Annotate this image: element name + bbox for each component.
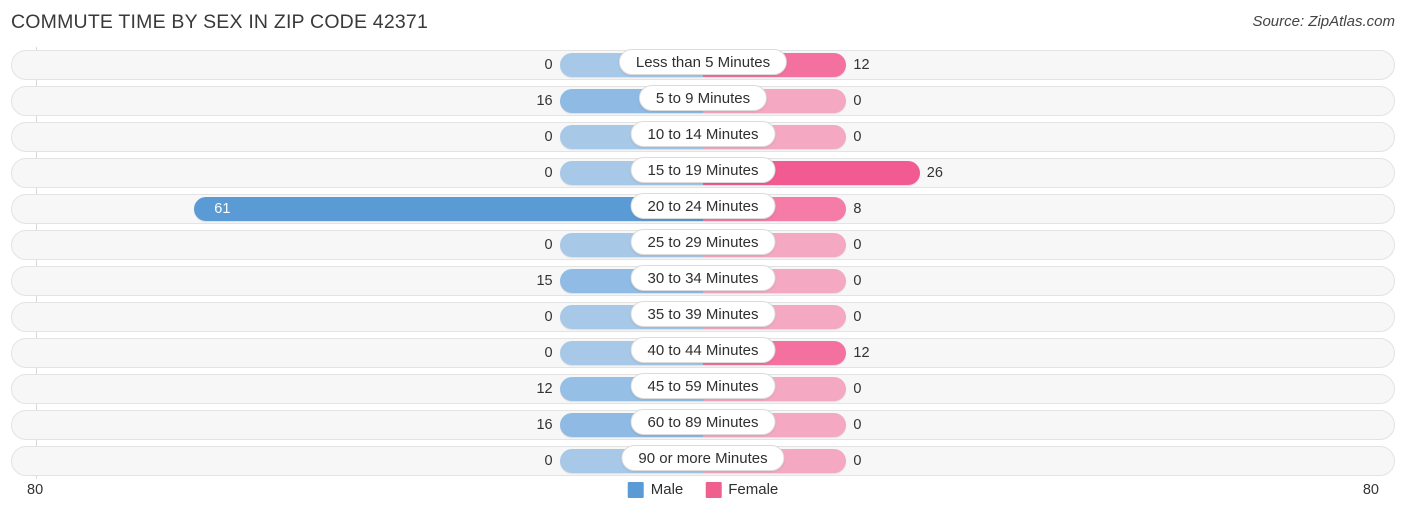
male-value-label: 0 bbox=[544, 165, 553, 181]
legend-swatch-male-icon bbox=[627, 481, 644, 498]
male-bar[interactable] bbox=[194, 197, 703, 221]
male-half: 15 bbox=[36, 269, 703, 293]
male-half: 0 bbox=[36, 449, 703, 473]
bar-row: 15 0 30 to 34 Minutes bbox=[11, 263, 1395, 299]
female-half: 0 bbox=[703, 413, 1370, 437]
bar-row: 0 0 90 or more Minutes bbox=[11, 443, 1395, 479]
female-half: 0 bbox=[703, 305, 1370, 329]
female-half: 26 bbox=[703, 161, 1370, 185]
male-half: 0 bbox=[36, 233, 703, 257]
category-label-pill[interactable]: 90 or more Minutes bbox=[621, 445, 785, 471]
male-half: 0 bbox=[36, 161, 703, 185]
female-value-label: 26 bbox=[926, 165, 943, 181]
male-half: 12 bbox=[36, 377, 703, 401]
female-value-label: 0 bbox=[853, 417, 862, 433]
female-half: 12 bbox=[703, 53, 1370, 77]
legend-swatch-female-icon bbox=[705, 481, 722, 498]
female-half: 8 bbox=[703, 197, 1370, 221]
bar-row: 0 0 10 to 14 Minutes bbox=[11, 119, 1395, 155]
male-half: 16 bbox=[36, 89, 703, 113]
chart-header: COMMUTE TIME BY SEX IN ZIP CODE 42371 So… bbox=[0, 0, 1406, 47]
female-value-label: 12 bbox=[853, 345, 870, 361]
female-value-label: 0 bbox=[853, 237, 862, 253]
bar-row: 0 0 35 to 39 Minutes bbox=[11, 299, 1395, 335]
bar-row: 0 12 40 to 44 Minutes bbox=[11, 335, 1395, 371]
axis-label-right: 80 bbox=[1362, 482, 1379, 498]
male-value-label: 12 bbox=[536, 381, 553, 397]
male-half: 0 bbox=[36, 125, 703, 149]
male-value-label: 0 bbox=[544, 309, 553, 325]
female-half: 0 bbox=[703, 89, 1370, 113]
female-value-label: 12 bbox=[853, 57, 870, 73]
category-label-pill[interactable]: 25 to 29 Minutes bbox=[630, 229, 776, 255]
male-half: 0 bbox=[36, 305, 703, 329]
page-title: COMMUTE TIME BY SEX IN ZIP CODE 42371 bbox=[11, 11, 429, 33]
legend-label-female: Female bbox=[728, 481, 779, 498]
bar-rows-container: 0 12 Less than 5 Minutes 16 0 5 to 9 Minutes 0… bbox=[11, 47, 1395, 479]
chart-footer: 80 80 Male Female bbox=[11, 479, 1395, 521]
female-value-label: 0 bbox=[853, 381, 862, 397]
male-value-label: 15 bbox=[536, 273, 553, 289]
chart-plot-area: 0 12 Less than 5 Minutes 16 0 5 to 9 Minutes 0… bbox=[11, 47, 1395, 479]
male-value-label: 0 bbox=[544, 237, 553, 253]
category-label-pill[interactable]: 30 to 34 Minutes bbox=[630, 265, 776, 291]
legend-item-male[interactable]: Male bbox=[627, 481, 684, 498]
male-half: 0 bbox=[36, 53, 703, 77]
male-half: 16 bbox=[36, 413, 703, 437]
category-label-pill[interactable]: 10 to 14 Minutes bbox=[630, 121, 776, 147]
legend-label-male: Male bbox=[650, 481, 684, 498]
bar-row: 61 8 20 to 24 Minutes bbox=[11, 191, 1395, 227]
male-value-label: 0 bbox=[544, 345, 553, 361]
female-value-label: 0 bbox=[853, 309, 862, 325]
bar-row: 0 26 15 to 19 Minutes bbox=[11, 155, 1395, 191]
source-attribution: Source: ZipAtlas.com bbox=[1252, 13, 1395, 30]
bar-row: 16 0 60 to 89 Minutes bbox=[11, 407, 1395, 443]
male-value-label: 61 bbox=[214, 201, 231, 217]
bar-row: 12 0 45 to 59 Minutes bbox=[11, 371, 1395, 407]
category-label-pill[interactable]: 5 to 9 Minutes bbox=[638, 85, 768, 111]
category-label-pill[interactable]: 45 to 59 Minutes bbox=[630, 373, 776, 399]
category-label-pill[interactable]: 20 to 24 Minutes bbox=[630, 193, 776, 219]
male-value-label: 0 bbox=[544, 453, 553, 469]
bar-row: 16 0 5 to 9 Minutes bbox=[11, 83, 1395, 119]
male-value-label: 16 bbox=[536, 93, 553, 109]
female-value-label: 0 bbox=[853, 453, 862, 469]
female-half: 0 bbox=[703, 125, 1370, 149]
category-label-pill[interactable]: 40 to 44 Minutes bbox=[630, 337, 776, 363]
axis-label-left: 80 bbox=[27, 482, 44, 498]
male-value-label: 16 bbox=[536, 417, 553, 433]
legend-item-female[interactable]: Female bbox=[705, 481, 778, 498]
female-value-label: 0 bbox=[853, 129, 862, 145]
male-half: 0 bbox=[36, 341, 703, 365]
male-half: 61 bbox=[36, 197, 703, 221]
female-half: 0 bbox=[703, 233, 1370, 257]
female-half: 0 bbox=[703, 269, 1370, 293]
female-half: 12 bbox=[703, 341, 1370, 365]
category-label-pill[interactable]: 35 to 39 Minutes bbox=[630, 301, 776, 327]
male-value-label: 0 bbox=[544, 129, 553, 145]
chart-legend: Male Female bbox=[627, 481, 778, 498]
category-label-pill[interactable]: Less than 5 Minutes bbox=[618, 49, 788, 75]
bar-row: 0 12 Less than 5 Minutes bbox=[11, 47, 1395, 83]
category-label-pill[interactable]: 15 to 19 Minutes bbox=[630, 157, 776, 183]
category-label-pill[interactable]: 60 to 89 Minutes bbox=[630, 409, 776, 435]
female-half: 0 bbox=[703, 449, 1370, 473]
female-value-label: 8 bbox=[853, 201, 862, 217]
female-value-label: 0 bbox=[853, 93, 862, 109]
male-value-label: 0 bbox=[544, 57, 553, 73]
female-half: 0 bbox=[703, 377, 1370, 401]
female-value-label: 0 bbox=[853, 273, 862, 289]
bar-row: 0 0 25 to 29 Minutes bbox=[11, 227, 1395, 263]
